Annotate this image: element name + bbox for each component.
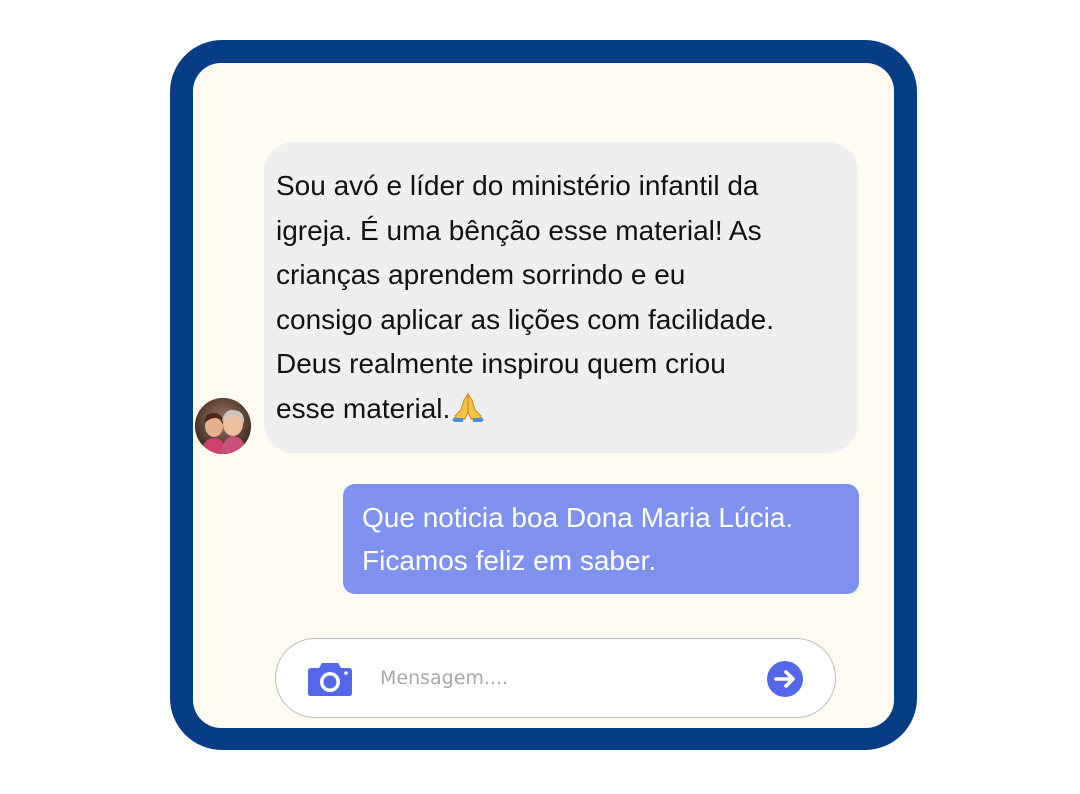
outgoing-message-line: Ficamos feliz em saber. xyxy=(362,545,657,576)
message-input[interactable] xyxy=(380,665,740,691)
incoming-message-line: Sou avó e líder do ministério infantil d… xyxy=(276,170,759,201)
incoming-message-line: consigo aplicar as lições com facilidade… xyxy=(276,303,775,335)
camera-icon[interactable] xyxy=(307,661,353,697)
incoming-message-line: crianças aprendem sorrindo e eu xyxy=(276,259,686,291)
incoming-message-line: Deus realmente inspirou quem criou xyxy=(276,348,726,380)
incoming-message-last-line: esse material. xyxy=(276,387,848,436)
outgoing-message-bubble: Que noticia boa Dona Maria Lúcia. Ficamo… xyxy=(343,484,859,594)
incoming-message-line: esse material. xyxy=(276,392,451,424)
arrow-right-circle-icon xyxy=(767,661,803,697)
praying-hands-icon xyxy=(451,390,485,436)
incoming-message-bubble: Sou avó e líder do ministério infantil d… xyxy=(264,142,858,453)
outgoing-message-line: Que noticia boa Dona Maria Lúcia. xyxy=(362,502,794,533)
avatar-photo xyxy=(195,398,251,454)
incoming-message-line: igreja. É uma bênção esse material! As xyxy=(276,214,762,246)
send-button[interactable] xyxy=(767,661,803,697)
avatar xyxy=(195,398,251,454)
message-composer xyxy=(275,638,836,718)
